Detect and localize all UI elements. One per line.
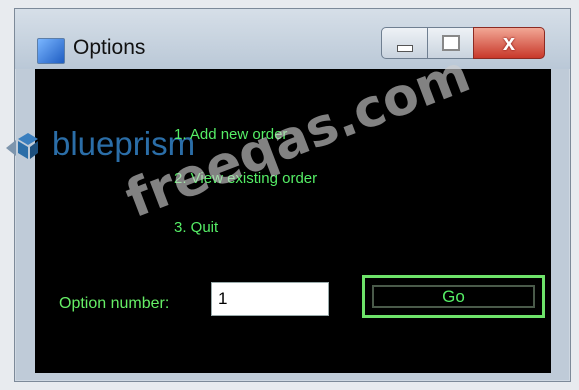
minimize-icon	[397, 44, 413, 52]
options-panel	[35, 69, 551, 373]
option-number-input[interactable]	[211, 282, 329, 316]
maximize-icon	[442, 35, 460, 51]
close-icon: x	[502, 30, 516, 55]
window-title: Options	[73, 36, 146, 59]
menu-item-quit: 3. Quit	[174, 219, 219, 236]
option-number-label: Option number:	[59, 295, 170, 312]
go-button-label: Go	[372, 285, 535, 308]
close-button[interactable]: x	[473, 27, 545, 59]
title-bar[interactable]: Options x	[15, 9, 570, 69]
menu-item-add-new-order: 1. Add new order	[174, 126, 288, 143]
options-window: Options x	[14, 8, 571, 382]
app-window-icon	[37, 38, 65, 64]
minimize-button[interactable]	[381, 27, 429, 59]
menu-item-view-existing-order: 2. View existing order	[174, 170, 318, 187]
maximize-button[interactable]	[427, 27, 475, 59]
go-button[interactable]: Go	[362, 275, 545, 318]
blueprism-logo-icon	[6, 133, 38, 159]
